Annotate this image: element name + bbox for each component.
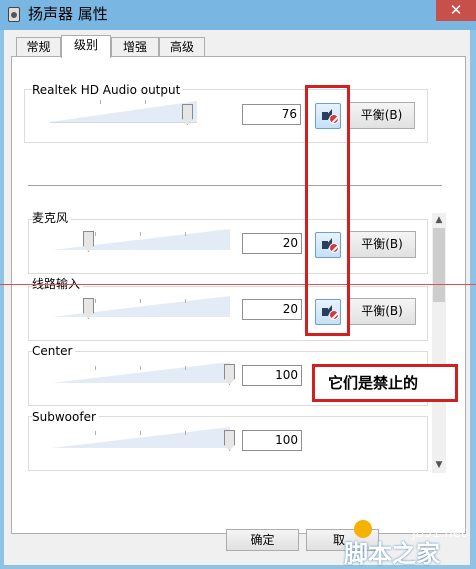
- volume-value-field[interactable]: 76: [242, 104, 301, 125]
- slider-tick: [145, 100, 146, 104]
- slider-tick: [95, 431, 96, 435]
- volume-ramp: [52, 296, 230, 317]
- scroll-down-arrow[interactable]: ▼: [432, 458, 446, 472]
- watermark-logo: 脚本之家: [344, 540, 440, 568]
- tab-general[interactable]: 常规: [16, 37, 61, 57]
- slider-tick: [100, 100, 101, 104]
- slider-tick: [185, 366, 186, 370]
- volume-ramp: [52, 362, 230, 383]
- balance-button[interactable]: 平衡(B): [348, 298, 416, 325]
- slider-tick: [95, 232, 96, 236]
- slider-tick: [185, 431, 186, 435]
- slider-tick: [140, 232, 141, 236]
- slider-tick: [95, 299, 96, 303]
- channel-label-subwoofer: Subwoofer: [32, 410, 99, 424]
- volume-ramp: [52, 229, 230, 250]
- tab-levels[interactable]: 级别: [61, 35, 111, 58]
- annotation-callout: 它们是禁止的: [312, 364, 458, 402]
- slider-tick: [140, 431, 141, 435]
- balance-button[interactable]: 平衡(B): [348, 102, 415, 129]
- highlight-box: [305, 85, 350, 336]
- volume-ramp: [50, 101, 197, 122]
- scrollbar-thumb[interactable]: [433, 228, 445, 302]
- window-title: 扬声器 属性: [28, 5, 108, 23]
- divider: [28, 185, 442, 186]
- tab-advanced[interactable]: 高级: [159, 37, 205, 57]
- slider-tick: [185, 232, 186, 236]
- volume-value-field[interactable]: 100: [242, 365, 302, 386]
- balance-button[interactable]: 平衡(B): [348, 231, 416, 258]
- channel-label-realtek: Realtek HD Audio output: [32, 83, 184, 97]
- slider-tick: [140, 299, 141, 303]
- close-button[interactable]: ✕: [436, 0, 476, 21]
- channel-label-center: Center: [32, 344, 76, 358]
- speaker-properties-icon: [8, 7, 20, 22]
- volume-value-field[interactable]: 20: [242, 299, 302, 320]
- ok-button[interactable]: 确定: [226, 529, 299, 551]
- channel-label-microphone: 麦克风: [32, 211, 72, 225]
- volume-ramp: [52, 427, 230, 448]
- tab-enhancements[interactable]: 增强: [111, 37, 159, 57]
- guide-line: [0, 284, 476, 285]
- volume-value-field[interactable]: 20: [242, 233, 302, 254]
- volume-value-field[interactable]: 100: [242, 430, 302, 451]
- scroll-up-arrow[interactable]: ▲: [432, 213, 446, 227]
- slider-tick: [185, 299, 186, 303]
- slider-tick: [95, 366, 96, 370]
- slider-tick: [140, 366, 141, 370]
